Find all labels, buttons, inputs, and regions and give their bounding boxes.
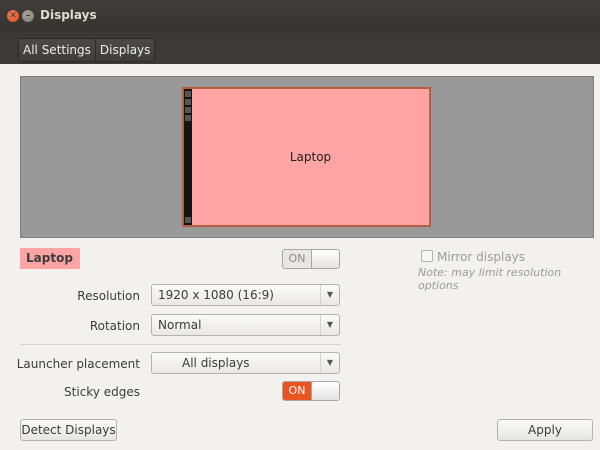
close-icon[interactable]: ✕ <box>7 10 19 22</box>
dropdown-arrow-icon: ▼ <box>320 353 339 373</box>
launcher-tile <box>185 107 191 113</box>
display-power-toggle-label: ON <box>288 252 306 265</box>
rotation-value: Normal <box>158 318 202 332</box>
resolution-label: Resolution <box>77 289 140 303</box>
dropdown-arrow-icon: ▼ <box>320 315 339 335</box>
display-name-badge: Laptop <box>20 248 80 269</box>
display-arrangement-area[interactable]: Laptop <box>20 76 594 238</box>
mirror-note: Note: may limit resolution options <box>418 266 562 292</box>
rotation-label: Rotation <box>89 319 140 333</box>
detect-displays-button[interactable]: Detect Displays <box>20 419 117 441</box>
launcher-placement-label: Launcher placement <box>16 357 140 371</box>
launcher-tile <box>185 99 191 105</box>
breadcrumb-displays[interactable]: Displays <box>94 39 155 61</box>
launcher-tile <box>185 115 191 121</box>
toggle-knob <box>311 250 339 268</box>
display-power-toggle[interactable]: ON <box>282 249 340 269</box>
checkbox-box <box>421 250 433 262</box>
sticky-edges-toggle-label: ON <box>283 382 311 400</box>
minimize-icon[interactable]: – <box>22 10 34 22</box>
breadcrumb-all-settings[interactable]: All Settings <box>19 39 95 61</box>
resolution-select[interactable]: 1920 x 1080 (16:9) ▼ <box>151 284 340 306</box>
monitor-label: Laptop <box>289 150 332 164</box>
rotation-select[interactable]: Normal ▼ <box>151 314 340 336</box>
dropdown-arrow-icon: ▼ <box>320 285 339 305</box>
divider <box>20 344 341 345</box>
resolution-value: 1920 x 1080 (16:9) <box>158 288 274 302</box>
apply-button[interactable]: Apply <box>497 419 593 441</box>
toggle-knob <box>311 382 339 400</box>
launcher-tile <box>185 217 191 223</box>
launcher-placement-select[interactable]: All displays ▼ <box>151 352 340 374</box>
mirror-displays-checkbox[interactable]: Mirror displays <box>421 250 525 264</box>
launcher-strip <box>184 89 192 225</box>
mirror-displays-label: Mirror displays <box>437 250 526 264</box>
launcher-tile <box>185 91 191 97</box>
sticky-edges-label: Sticky edges <box>64 385 140 399</box>
launcher-placement-value: All displays <box>182 356 250 370</box>
monitor-laptop[interactable]: Laptop <box>182 87 431 227</box>
sticky-edges-toggle[interactable]: ON <box>282 381 340 401</box>
breadcrumb: All Settings Displays <box>18 38 156 62</box>
window-title: Displays <box>40 8 97 22</box>
toolbar: All Settings Displays <box>0 32 600 64</box>
title-bar: ✕ – Displays <box>0 0 600 32</box>
